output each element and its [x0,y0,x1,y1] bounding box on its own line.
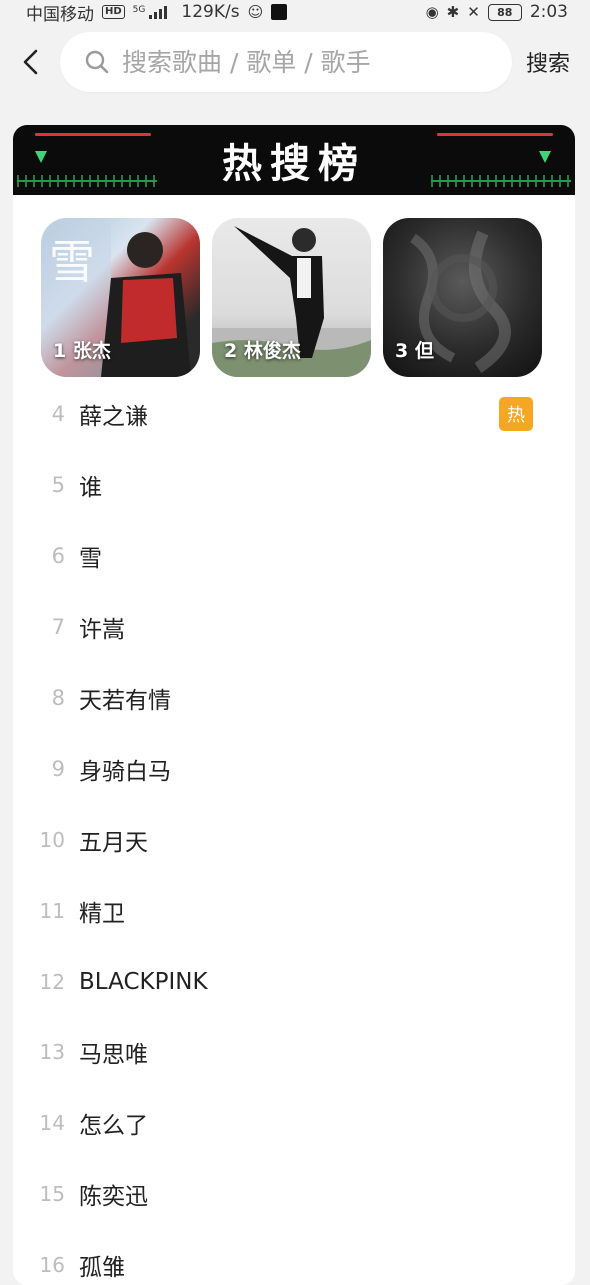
list-item[interactable]: 8 天若有情 [13,663,575,734]
search-input[interactable] [122,47,482,77]
rank-number: 14 [39,1111,65,1136]
rank-number: 16 [39,1253,65,1278]
search-term: 马思唯 [79,1042,148,1069]
rank-number: 12 [39,969,65,994]
rank-number: 8 [51,686,65,710]
search-term: 身骑白马 [79,758,171,785]
notification-icon: ☺ [247,3,264,21]
status-left: 中国移动 HD 5G 129K/s ☺ [26,0,288,25]
top-item-3[interactable]: 3 但 [383,218,542,377]
top-item-2[interactable]: 2 林俊杰 [212,218,371,377]
search-term: 精卫 [79,900,125,927]
list-item[interactable]: 4 薛之谦 热 [13,379,575,450]
clock: 2:03 [529,2,568,22]
top-item-label: 3 但 [395,340,434,362]
hd-icon: HD [102,5,125,19]
list-item[interactable]: 14 怎么了 [13,1088,575,1159]
search-term: 孤雏 [79,1255,125,1282]
hot-search-list: 4 薛之谦 热 5 谁 6 雪 7 许嵩 8 天若有情 9 身骑白马 10 五月… [13,379,575,1285]
rank-number: 9 [51,756,65,781]
signal-icon: 5G [133,5,168,19]
banner-decoration [431,180,571,182]
list-item[interactable]: 12 BLACKPINK [13,946,575,1017]
search-term: 谁 [79,475,102,502]
banner-decoration [437,133,553,136]
rank-number: 10 [39,827,65,852]
list-item[interactable]: 5 谁 [13,450,575,521]
search-button[interactable]: 搜索 [526,46,570,78]
banner-decoration [35,133,151,136]
search-term: 薛之谦 [79,404,148,431]
search-term: 陈奕迅 [79,1184,148,1211]
network-speed: 129K/s [181,2,240,22]
bluetooth-icon: ✱ [446,3,460,21]
search-box[interactable] [60,32,512,92]
search-icon [85,50,109,74]
list-item[interactable]: 15 陈奕迅 [13,1159,575,1230]
top3-row: 雪 1 张杰 2 林俊杰 3 但 [41,218,542,377]
triangle-indicator-icon [539,151,551,163]
back-button[interactable] [0,32,60,92]
carrier-label: 中国移动 [26,4,94,25]
banner-decoration [17,180,157,182]
rank-number: 11 [39,898,65,923]
svg-text:雪: 雪 [49,235,95,289]
nfc-icon: ◉ [425,3,439,21]
status-bar: 中国移动 HD 5G 129K/s ☺ ◉ ✱ ✕ 88 2:03 [0,0,590,25]
search-header: 搜索 [0,30,590,94]
hot-badge: 热 [499,397,533,432]
hot-search-card: 热搜榜 雪 1 张杰 2 林俊杰 3 但 4 薛之谦 热 5 谁 6 雪 7 许… [13,125,575,1285]
search-term: 天若有情 [79,688,171,714]
back-arrow-icon [23,49,38,75]
list-item[interactable]: 7 许嵩 [13,592,575,663]
rank-number: 7 [51,615,65,640]
hot-search-banner: 热搜榜 [13,125,575,195]
status-right: ◉ ✱ ✕ 88 2:03 [426,2,568,22]
triangle-indicator-icon [35,151,47,163]
rank-number: 6 [51,544,65,569]
rank-number: 5 [51,473,65,498]
rank-number: 15 [39,1182,65,1207]
search-term: BLACKPINK [79,968,208,995]
list-item[interactable]: 6 雪 [13,521,575,592]
top-item-label: 1 张杰 [53,340,111,362]
network-label: 5G [132,5,146,15]
top-item-1[interactable]: 雪 1 张杰 [41,218,200,377]
rank-number: 4 [51,402,65,427]
search-term: 许嵩 [79,617,125,644]
hot-search-title: 热搜榜 [222,141,366,187]
search-term: 雪 [79,546,102,573]
search-term: 五月天 [79,829,148,856]
search-term: 怎么了 [79,1113,148,1140]
rank-number: 13 [39,1040,65,1065]
list-item[interactable]: 9 身骑白马 [13,733,575,804]
list-item[interactable]: 16 孤雏 [13,1230,575,1285]
app-notification-icon [271,4,288,20]
top-item-label: 2 林俊杰 [224,340,301,362]
battery-icon: 88 [487,3,522,21]
list-item[interactable]: 11 精卫 [13,875,575,946]
mute-icon: ✕ [467,3,480,21]
list-item[interactable]: 13 马思唯 [13,1017,575,1088]
list-item[interactable]: 10 五月天 [13,804,575,875]
